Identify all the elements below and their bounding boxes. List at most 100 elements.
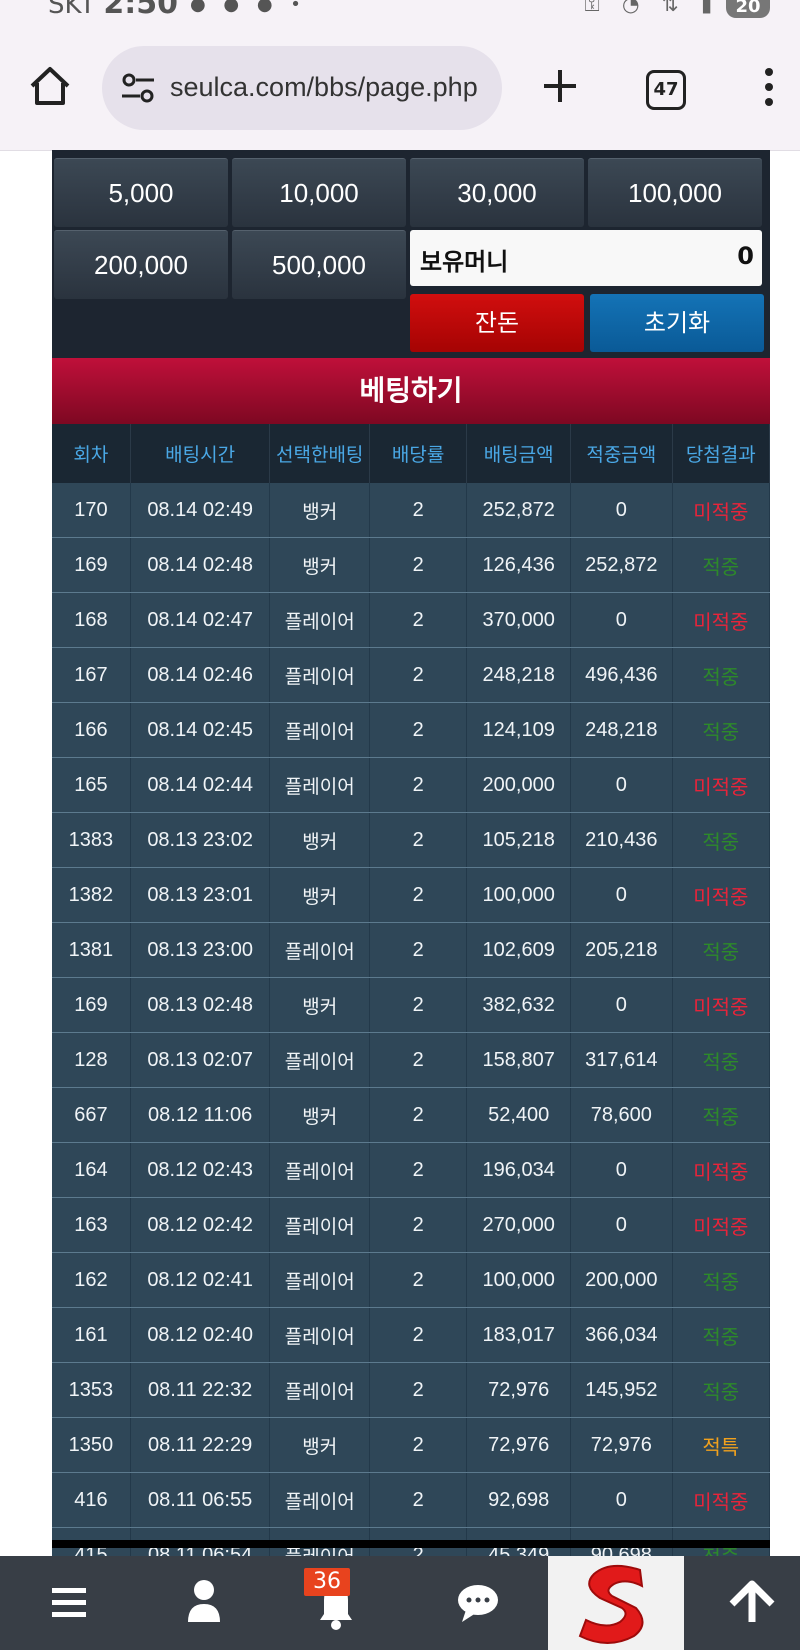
table-row: 161 08.12 02:40 플레이어 2 183,017 366,034 적중 [52,1307,771,1363]
table-header-row: 회차 배팅시간 선택한배팅 배당률 배팅금액 적중금액 당첨결과 [52,424,771,483]
cell-result: 적중 [672,812,771,868]
cell-selected-bet: 플레이어 [269,1032,370,1088]
site-settings-icon[interactable] [120,72,156,104]
cell-win-amount: 317,614 [570,1032,673,1088]
cell-bet-amount: 102,609 [466,922,572,978]
browser-toolbar: seulca.com/bbs/page.php 47 [0,22,800,151]
chip-button-200000[interactable]: 200,000 [54,230,228,299]
cell-result: 미적중 [672,977,771,1033]
balance-value: 0 [737,242,754,270]
table-row: 416 08.11 06:55 플레이어 2 92,698 0 미적중 [52,1472,771,1528]
table-row: 128 08.13 02:07 플레이어 2 158,807 317,614 적중 [52,1032,771,1088]
reset-button[interactable]: 초기화 [590,294,764,352]
cell-bet-time: 08.13 23:00 [130,922,271,978]
chip-button-10000[interactable]: 10,000 [232,158,406,227]
home-icon[interactable] [28,64,72,108]
chip-button-100000[interactable]: 100,000 [588,158,762,227]
cell-selected-bet: 플레이어 [269,647,370,703]
table-row: 1381 08.13 23:00 플레이어 2 102,609 205,218 적중 [52,922,771,978]
cell-selected-bet: 플레이어 [269,1307,370,1363]
cell-win-amount: 496,436 [570,647,673,703]
cell-bet-time: 08.14 02:46 [130,647,271,703]
cell-win-amount: 145,952 [570,1362,673,1418]
cell-bet-amount: 105,218 [466,812,572,868]
address-bar[interactable]: seulca.com/bbs/page.php [102,46,502,130]
cell-result: 적중 [672,1087,771,1143]
carrier-label: SKT [48,0,96,20]
clock: 2:50 [103,0,179,21]
table-row: 667 08.12 11:06 뱅커 2 52,400 78,600 적중 [52,1087,771,1143]
cell-win-amount: 248,218 [570,702,673,758]
cell-result: 미적중 [672,483,771,538]
system-icons: ⚿ ◔ ⇅ ▮ [584,0,720,16]
cell-odds: 2 [369,1087,468,1143]
cell-result: 미적중 [672,1197,771,1253]
cell-round: 164 [52,1142,131,1198]
cell-round: 168 [52,592,131,648]
hamburger-menu-icon[interactable] [8,1556,128,1650]
table-row: 166 08.14 02:45 플레이어 2 124,109 248,218 적중 [52,702,771,758]
cell-win-amount: 0 [570,977,673,1033]
url-text[interactable]: seulca.com/bbs/page.php [170,72,492,103]
cell-result: 적중 [672,922,771,978]
table-row: 164 08.12 02:43 플레이어 2 196,034 0 미적중 [52,1142,771,1198]
col-bet-time: 배팅시간 [130,424,271,483]
cell-round: 166 [52,702,131,758]
cell-selected-bet: 뱅커 [269,867,370,923]
cell-bet-amount: 126,436 [466,537,572,593]
cell-bet-time: 08.13 23:01 [130,867,271,923]
cell-win-amount: 72,976 [570,1417,673,1473]
site-logo-icon[interactable] [548,1556,684,1650]
chat-icon[interactable] [418,1556,538,1650]
cell-round: 167 [52,647,131,703]
col-selected-bet: 선택한배팅 [269,424,370,483]
cell-round: 169 [52,537,131,593]
notification-badge: 36 [304,1568,350,1596]
chip-button-5000[interactable]: 5,000 [54,158,228,227]
cell-result: 미적중 [672,592,771,648]
scroll-top-icon[interactable] [692,1556,800,1650]
chip-button-500000[interactable]: 500,000 [232,230,406,299]
table-row: 165 08.14 02:44 플레이어 2 200,000 0 미적중 [52,757,771,813]
balance-label: 보유머니 [420,248,509,276]
cell-selected-bet: 뱅커 [269,483,370,538]
cell-odds: 2 [369,812,468,868]
table-row: 1353 08.11 22:32 플레이어 2 72,976 145,952 적중 [52,1362,771,1418]
cell-win-amount: 0 [570,1197,673,1253]
tab-switcher-button[interactable]: 47 [646,70,686,110]
cell-win-amount: 0 [570,483,673,538]
new-tab-icon[interactable] [540,66,580,106]
cell-bet-time: 08.13 02:48 [130,977,271,1033]
cell-round: 128 [52,1032,131,1088]
cell-bet-time: 08.11 22:32 [130,1362,271,1418]
cell-round: 667 [52,1087,131,1143]
cell-result: 적중 [672,647,771,703]
cell-bet-time: 08.14 02:47 [130,592,271,648]
table-row: 170 08.14 02:49 뱅커 2 252,872 0 미적중 [52,483,771,538]
cell-selected-bet: 플레이어 [269,1252,370,1308]
cell-result: 적중 [672,1032,771,1088]
cell-bet-amount: 200,000 [466,757,572,813]
place-bet-button[interactable]: 베팅하기 [52,358,770,424]
cell-selected-bet: 뱅커 [269,812,370,868]
panel-bottom-border [52,1540,770,1548]
cell-odds: 2 [369,537,468,593]
chip-button-30000[interactable]: 30,000 [410,158,584,227]
cell-result: 미적중 [672,867,771,923]
cell-bet-amount: 382,632 [466,977,572,1033]
cell-win-amount: 0 [570,757,673,813]
user-icon[interactable] [144,1556,264,1650]
col-bet-amount: 배팅금액 [466,424,572,483]
more-menu-icon[interactable] [754,68,784,108]
battery-icon: 20 [726,0,770,18]
cell-win-amount: 252,872 [570,537,673,593]
cell-result: 미적중 [672,1142,771,1198]
cell-selected-bet: 뱅커 [269,537,370,593]
change-button[interactable]: 잔돈 [410,294,584,352]
cell-bet-amount: 248,218 [466,647,572,703]
cell-bet-time: 08.12 02:40 [130,1307,271,1363]
cell-round: 1383 [52,812,131,868]
cell-round: 1350 [52,1417,131,1473]
cell-bet-amount: 370,000 [466,592,572,648]
betting-panel: 5,000 10,000 30,000 100,000 200,000 500,… [52,150,771,1583]
